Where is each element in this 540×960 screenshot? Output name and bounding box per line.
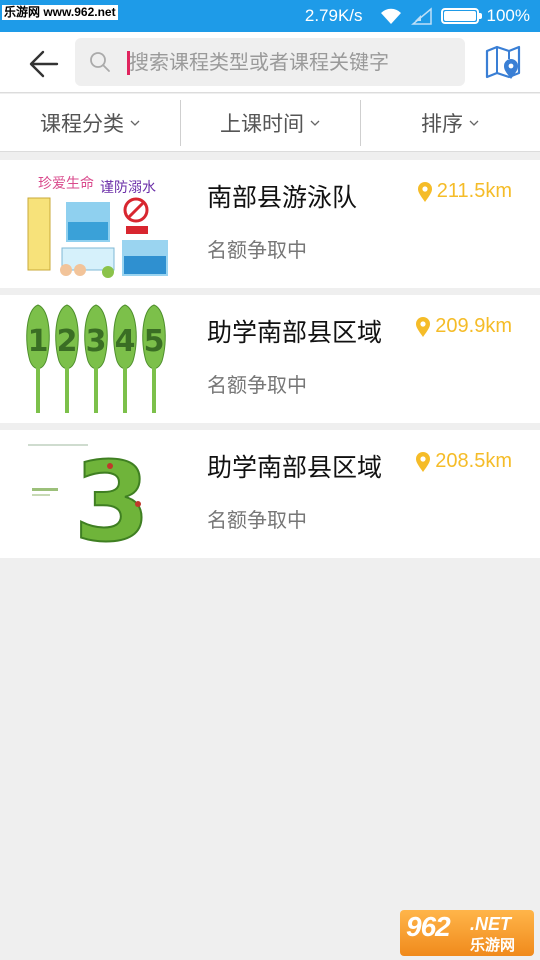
course-thumbnail: 3 [22,436,172,552]
thumb-text: 3 [86,324,107,359]
course-name: 助学南部县区域 [207,318,383,347]
search-icon [90,52,110,72]
chevron-down-icon [310,120,320,126]
watermark-num: 962 [406,911,451,942]
watermark-cn: 乐游网 [470,936,516,954]
course-distance: 211.5km [436,180,512,202]
course-thumbnail: 珍爱生命 谨防溺水 [22,166,172,282]
thumb-text: 珍爱生命 [38,175,94,192]
thumb-text: 2 [57,324,78,359]
course-status: 名额争取中 [207,238,307,262]
course-card[interactable]: 珍爱生命 谨防溺水 南部县游泳队 名额争取中 211.5km [0,160,540,288]
thumb-text: 5 [144,324,165,359]
arrow-left-icon [29,50,59,78]
course-status: 名额争取中 [207,508,307,532]
map-location-icon [485,45,521,79]
watermark-net: .NET [470,914,512,934]
location-pin-icon [417,181,432,202]
search-header [0,32,540,93]
watermark-top: 乐游网 www.962.net [2,5,118,20]
filter-bar: 课程分类 上课时间 排序 [0,94,540,152]
search-box[interactable] [75,38,465,86]
distance-info: 209.9km [415,315,512,338]
distance-info: 211.5km [417,180,512,203]
status-bar: 乐游网 www.962.net 2.79K/s 100% [0,0,540,32]
thumb-text: 4 [115,324,136,359]
thumb-text: 1 [28,324,49,359]
course-distance: 209.9km [435,315,512,337]
thumb-text: 谨防溺水 [100,180,156,196]
chevron-down-icon [130,120,140,126]
course-thumbnail: 1 2 3 4 5 [22,301,172,417]
filter-time[interactable]: 上课时间 [180,94,360,151]
course-name: 助学南部县区域 [207,453,383,482]
course-distance: 208.5km [435,450,512,472]
course-name: 南部县游泳队 [207,183,358,212]
location-pin-icon [416,316,431,337]
battery-percent: 100% [486,6,530,25]
map-button[interactable] [484,44,522,80]
course-card[interactable]: 3 助学南部县区域 名额争取中 208.5km [0,430,540,558]
filter-category[interactable]: 课程分类 [0,94,180,151]
battery-icon [440,8,482,24]
thumb-text: 3 [74,438,151,552]
filter-time-label: 上课时间 [220,111,304,136]
course-card[interactable]: 1 2 3 4 5 助学南部县区域 名额争取中 209.9km [0,295,540,423]
location-pin-icon [416,451,431,472]
signal-icon [410,7,432,25]
filter-category-label: 课程分类 [40,111,124,136]
filter-sort-label: 排序 [421,111,463,136]
filter-sort[interactable]: 排序 [360,94,540,151]
back-button[interactable] [22,44,66,84]
course-list: 珍爱生命 谨防溺水 南部县游泳队 名额争取中 211.5km 1 2 3 4 5… [0,160,540,565]
distance-info: 208.5km [415,450,512,473]
course-status: 名额争取中 [207,373,307,397]
network-speed: 2.79K/s [304,6,363,25]
wifi-icon [380,8,401,24]
search-input[interactable] [129,42,449,82]
watermark-logo: 962 .NET 乐游网 [400,910,534,956]
chevron-down-icon [469,120,479,126]
